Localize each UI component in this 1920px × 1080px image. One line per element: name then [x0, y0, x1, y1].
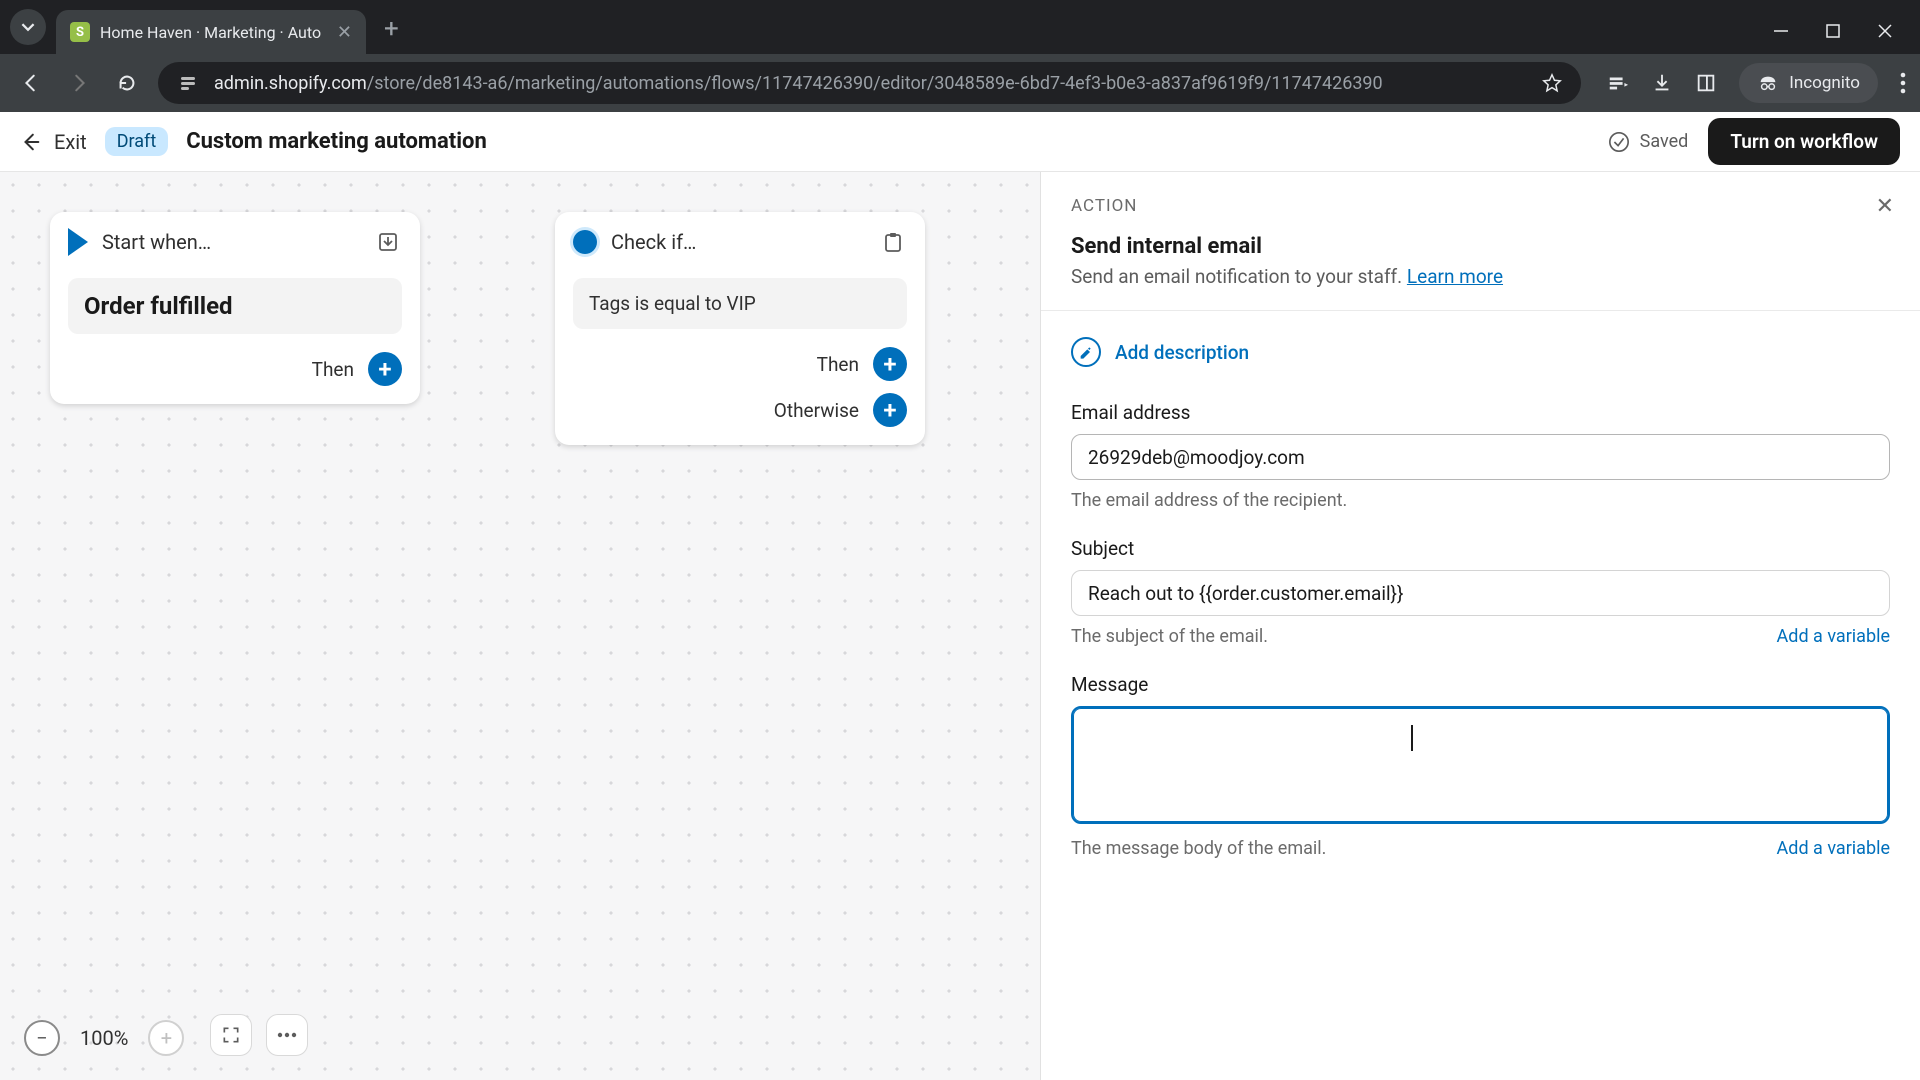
description-icon: [1071, 337, 1101, 367]
tab-title: Home Haven · Marketing · Auto: [100, 23, 327, 42]
url-text: admin.shopify.com/store/de8143-a6/market…: [214, 73, 1527, 94]
browser-tab[interactable]: S Home Haven · Marketing · Auto ✕: [56, 10, 366, 54]
add-variable-link[interactable]: Add a variable: [1777, 838, 1890, 859]
close-tab-icon[interactable]: ✕: [337, 22, 352, 43]
fit-to-screen-button[interactable]: [210, 1014, 252, 1056]
app-header: Exit Draft Custom marketing automation S…: [0, 112, 1920, 172]
page-title: Custom marketing automation: [186, 129, 487, 154]
action-panel: ACTION ✕ Send internal email Send an ema…: [1040, 172, 1920, 1080]
zoom-in-button[interactable]: +: [148, 1020, 184, 1056]
condition-dot-icon: [573, 230, 597, 254]
incognito-label: Incognito: [1789, 73, 1860, 93]
shopify-favicon: S: [70, 22, 90, 42]
otherwise-branch: Otherwise +: [573, 393, 907, 427]
subject-label: Subject: [1071, 537, 1890, 560]
start-trigger-icon: [68, 228, 88, 256]
kebab-menu-icon[interactable]: [1900, 72, 1906, 94]
main-split: Start when… Order fulfilled Then + Check…: [0, 172, 1920, 1080]
check-circle-icon: [1608, 131, 1630, 153]
import-icon[interactable]: [374, 228, 402, 256]
incognito-badge[interactable]: Incognito: [1739, 63, 1878, 103]
downloads-icon[interactable]: [1651, 72, 1673, 94]
media-icon[interactable]: [1607, 72, 1629, 94]
email-input[interactable]: [1071, 434, 1890, 480]
panel-kicker: ACTION: [1071, 196, 1890, 216]
status-badge: Draft: [105, 127, 169, 156]
clipboard-icon[interactable]: [879, 228, 907, 256]
exit-button[interactable]: Exit: [20, 130, 87, 154]
new-tab-button[interactable]: +: [366, 14, 417, 54]
condition-node[interactable]: Check if… Tags is equal to VIP Then + Ot…: [555, 212, 925, 445]
message-field: Message The message body of the email. A…: [1071, 673, 1890, 859]
divider: [1041, 310, 1920, 311]
forward-icon[interactable]: [62, 66, 96, 100]
panel-subtitle: Send an email notification to your staff…: [1071, 265, 1890, 288]
reload-icon[interactable]: [110, 66, 144, 100]
email-label: Email address: [1071, 401, 1890, 424]
subject-field: Subject The subject of the email. Add a …: [1071, 537, 1890, 647]
message-label: Message: [1071, 673, 1890, 696]
incognito-icon: [1757, 72, 1779, 94]
site-settings-icon[interactable]: [176, 71, 200, 95]
canvas-tools: [210, 1014, 308, 1056]
maximize-icon[interactable]: [1824, 22, 1842, 40]
reader-icon[interactable]: [1695, 72, 1717, 94]
close-window-icon[interactable]: [1876, 22, 1894, 40]
close-panel-button[interactable]: ✕: [1876, 194, 1894, 219]
panel-title: Send internal email: [1071, 234, 1890, 259]
add-description-button[interactable]: Add description: [1071, 333, 1890, 375]
exit-arrow-icon: [20, 131, 42, 153]
email-help-text: The email address of the recipient.: [1071, 490, 1347, 511]
message-help-text: The message body of the email.: [1071, 838, 1326, 859]
add-step-button[interactable]: +: [873, 347, 907, 381]
learn-more-link[interactable]: Learn more: [1407, 265, 1503, 288]
then-branch: Then +: [68, 352, 402, 386]
start-node-title: Start when…: [102, 230, 211, 254]
toolbar-right: Incognito: [1607, 63, 1906, 103]
more-canvas-button[interactable]: [266, 1014, 308, 1056]
email-field: Email address The email address of the r…: [1071, 401, 1890, 511]
zoom-controls: − 100% +: [24, 1020, 184, 1056]
condition-node-title: Check if…: [611, 230, 696, 254]
exit-label: Exit: [54, 130, 87, 154]
start-node[interactable]: Start when… Order fulfilled Then +: [50, 212, 420, 404]
saved-indicator: Saved: [1608, 131, 1689, 153]
message-textarea[interactable]: [1071, 706, 1890, 824]
workflow-canvas[interactable]: Start when… Order fulfilled Then + Check…: [0, 172, 1040, 1080]
browser-toolbar: admin.shopify.com/store/de8143-a6/market…: [0, 54, 1920, 112]
window-controls: [1772, 22, 1920, 54]
tab-search-button[interactable]: [10, 9, 46, 45]
subject-help-text: The subject of the email.: [1071, 626, 1268, 647]
bookmark-star-icon[interactable]: [1541, 72, 1563, 94]
turn-on-workflow-button[interactable]: Turn on workflow: [1708, 118, 1900, 165]
add-variable-link[interactable]: Add a variable: [1777, 626, 1890, 647]
subject-input[interactable]: [1071, 570, 1890, 616]
back-icon[interactable]: [14, 66, 48, 100]
browser-tab-strip: S Home Haven · Marketing · Auto ✕ +: [0, 0, 1920, 54]
condition-node-body: Tags is equal to VIP: [573, 278, 907, 329]
minimize-icon[interactable]: [1772, 22, 1790, 40]
zoom-out-button[interactable]: −: [24, 1020, 60, 1056]
zoom-level: 100%: [74, 1026, 134, 1050]
url-bar[interactable]: admin.shopify.com/store/de8143-a6/market…: [158, 62, 1581, 104]
add-step-button[interactable]: +: [368, 352, 402, 386]
add-step-button[interactable]: +: [873, 393, 907, 427]
start-node-body: Order fulfilled: [68, 278, 402, 334]
then-branch: Then +: [573, 347, 907, 381]
